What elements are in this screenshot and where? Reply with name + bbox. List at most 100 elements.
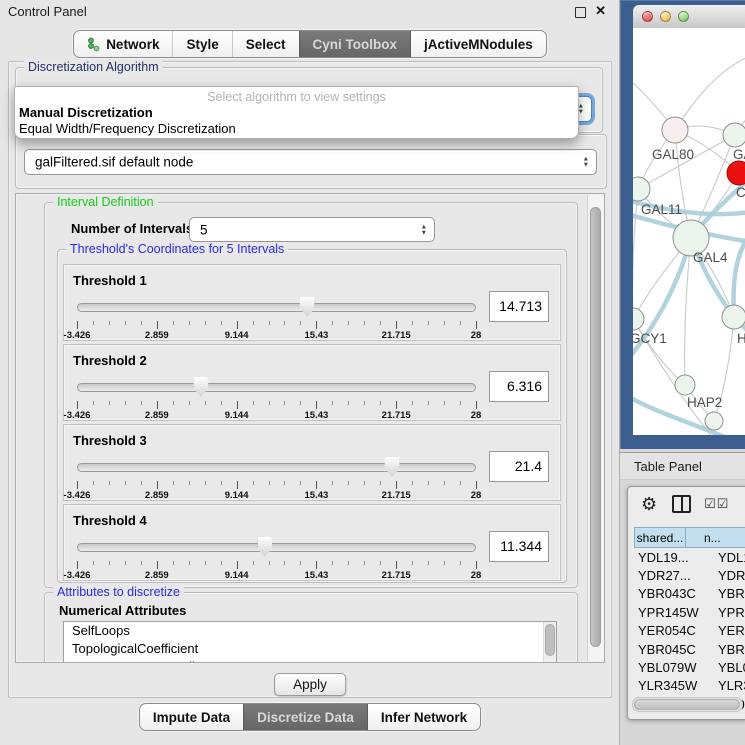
slider-scale: -3.4262.8599.14415.4321.71528: [77, 570, 476, 581]
table-toolbar: ⚙ ☑☑: [628, 487, 745, 521]
tab-network[interactable]: Network: [74, 31, 172, 57]
list-scrollbar[interactable]: [543, 622, 556, 663]
cyni-toolbox-panel: Discretization Algorithm ▲▼ Table Data g…: [8, 61, 612, 698]
slider-track[interactable]: [77, 383, 476, 392]
threshold-value-field[interactable]: 6.316: [489, 371, 549, 402]
threshold-value-field[interactable]: 11.344: [489, 531, 549, 562]
slider-thumb[interactable]: [193, 377, 208, 397]
slider-track[interactable]: [77, 303, 476, 312]
scrollbar-thumb[interactable]: [590, 207, 601, 647]
scrollbar-thumb[interactable]: [634, 699, 740, 710]
minimize-window-icon[interactable]: [660, 11, 671, 22]
dropdown-option[interactable]: Manual Discretization: [19, 105, 574, 121]
network-node-gal80[interactable]: [662, 117, 688, 143]
slider[interactable]: -3.4262.8599.14415.4321.71528: [77, 377, 476, 419]
scale-tick-label: 21.715: [382, 330, 411, 341]
close-panel-icon[interactable]: ✕: [595, 3, 606, 19]
network-node-h[interactable]: [722, 305, 745, 329]
discretization-algorithm-title: Discretization Algorithm: [24, 60, 163, 75]
threshold-value-field[interactable]: 14.713: [489, 291, 549, 322]
slider[interactable]: -3.4262.8599.14415.4321.71528: [77, 297, 476, 339]
network-node-gcy1[interactable]: [633, 308, 644, 330]
attribute-item[interactable]: TopologicalCoefficient: [64, 640, 556, 658]
slider-thumb[interactable]: [257, 537, 272, 557]
table-cell: YBR043C: [634, 586, 710, 601]
horizontal-scrollbar[interactable]: [632, 697, 743, 712]
checkbox-icon[interactable]: ☑: [717, 496, 729, 512]
scale-tick-label: 15.43: [305, 410, 329, 421]
num-intervals-combobox[interactable]: 5 ▲▼: [189, 217, 435, 242]
attribute-item[interactable]: SelfLoops: [64, 622, 556, 640]
tab-infer-network[interactable]: Infer Network: [367, 704, 480, 730]
zoom-window-icon[interactable]: [678, 11, 689, 22]
scale-tick-label: 28: [471, 410, 482, 421]
slider-thumb[interactable]: [385, 457, 400, 477]
vertical-scrollbar[interactable]: [587, 195, 603, 661]
network-view-window[interactable]: GAL80GACGAL11GAL4GCY1HHAP2: [620, 0, 745, 449]
table-panel-window: ⚙ ☑☑ shared...n... YDL19...YDL1YDR27...Y…: [627, 486, 745, 720]
column-header[interactable]: n...: [686, 527, 745, 548]
table-row[interactable]: YBR043CYBR0: [634, 585, 745, 603]
panel-title: Control Panel: [8, 4, 87, 19]
tab-cyni-toolbox[interactable]: Cyni Toolbox: [299, 31, 411, 57]
tab-group: Impute DataDiscretize DataInfer Network: [139, 703, 481, 731]
table-data-combobox[interactable]: galFiltered.sif default node ▲▼: [24, 149, 597, 175]
table-cell: YBL0: [710, 660, 745, 675]
bottom-tab-bar: Impute DataDiscretize DataInfer Network: [0, 703, 620, 731]
network-window-titlebar[interactable]: [633, 5, 745, 29]
table-cell: YDR27...: [634, 568, 710, 583]
network-canvas[interactable]: GAL80GACGAL11GAL4GCY1HHAP2: [633, 28, 745, 435]
float-panel-icon[interactable]: [575, 7, 586, 18]
table-row[interactable]: YDR27...YDR2: [634, 566, 745, 584]
table-header-row: shared...n...: [634, 527, 745, 548]
columns-icon[interactable]: [672, 495, 691, 513]
table-row[interactable]: YPR145WYPR1: [634, 603, 745, 621]
tab-discretize-data[interactable]: Discretize Data: [243, 704, 367, 730]
dropdown-option[interactable]: Equal Width/Frequency Discretization: [19, 121, 574, 137]
table-row[interactable]: YDL19...YDL1: [634, 548, 745, 566]
attributes-title: Attributes to discretize: [53, 585, 184, 600]
tab-impute-data[interactable]: Impute Data: [140, 704, 243, 730]
table-row[interactable]: YBR045CYBR0: [634, 640, 745, 658]
network-edge[interactable]: [633, 319, 685, 385]
network-edge[interactable]: [638, 135, 735, 189]
network-edge[interactable]: [734, 233, 745, 317]
checkbox-icon[interactable]: ☑: [704, 496, 716, 512]
apply-button[interactable]: Apply: [274, 673, 346, 696]
network-node-label: GA: [733, 147, 745, 162]
network-node-gal11[interactable]: [633, 177, 650, 201]
close-window-icon[interactable]: [642, 11, 653, 22]
slider-track[interactable]: [77, 543, 476, 552]
tab-style[interactable]: Style: [172, 31, 231, 57]
slider-track[interactable]: [77, 463, 476, 472]
attribute-list[interactable]: SelfLoopsTopologicalCoefficientBetweenne…: [63, 621, 557, 663]
table-row[interactable]: YER054CYER0: [634, 622, 745, 640]
threshold-value-field[interactable]: 21.4: [489, 451, 549, 482]
combo-stepper-icon[interactable]: ▲▼: [583, 157, 589, 168]
slider-ticks: [77, 321, 476, 330]
table-row[interactable]: YLR345WYLR3: [634, 677, 745, 695]
tab-jactivemnodules[interactable]: jActiveMNodules: [410, 31, 546, 57]
slider[interactable]: -3.4262.8599.14415.4321.71528: [77, 457, 476, 499]
combo-stepper-icon[interactable]: ▲▼: [421, 224, 427, 235]
scale-tick-label: 15.43: [305, 330, 329, 341]
network-edge[interactable]: [633, 189, 638, 319]
column-header[interactable]: shared...: [634, 527, 686, 548]
network-edge[interactable]: [675, 56, 745, 130]
table-cell: YBR0: [710, 586, 745, 601]
network-node-ga[interactable]: [723, 123, 745, 147]
slider[interactable]: -3.4262.8599.14415.4321.71528: [77, 537, 476, 579]
interval-definition-group: Interval Definition Number of Intervals …: [44, 202, 578, 588]
tab-select[interactable]: Select: [232, 31, 299, 57]
gear-icon[interactable]: ⚙: [641, 495, 657, 513]
network-node-label: GAL11: [641, 202, 682, 217]
attribute-item[interactable]: BetweennessCentrality: [64, 658, 556, 663]
scrollbar-thumb[interactable]: [545, 624, 555, 656]
network-node-hap2[interactable]: [675, 375, 695, 395]
table-cell: YER0: [710, 623, 745, 638]
threshold-panel: Threshold 2-3.4262.8599.14415.4321.71528…: [63, 344, 561, 421]
network-node[interactable]: [705, 412, 723, 430]
arrow-down-icon: ▼: [583, 163, 589, 168]
table-row[interactable]: YBL079WYBL0: [634, 658, 745, 676]
slider-thumb[interactable]: [300, 297, 315, 317]
